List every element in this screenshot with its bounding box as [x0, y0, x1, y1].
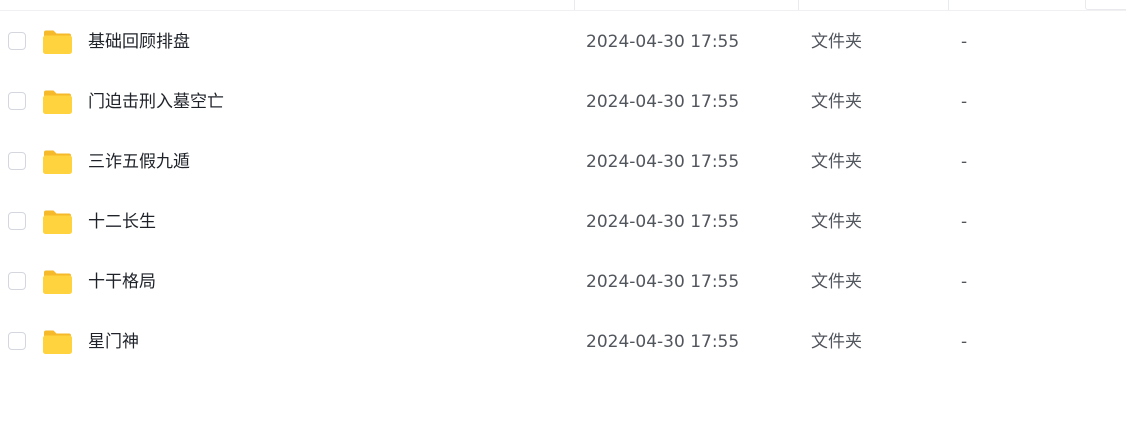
column-divider-size[interactable] [948, 0, 949, 10]
modified-time: 2024-04-30 17:55 [586, 92, 740, 112]
row-checkbox[interactable] [8, 212, 26, 230]
file-type: 文件夹 [811, 272, 862, 292]
file-list: 基础回顾排盘 2024-04-30 17:55 文件夹 - 门迫击刑入墓空亡 2… [0, 12, 1126, 372]
modified-time: 2024-04-30 17:55 [586, 272, 740, 292]
file-name[interactable]: 星门神 [88, 331, 139, 353]
modified-time: 2024-04-30 17:55 [586, 32, 740, 52]
file-list-view: 基础回顾排盘 2024-04-30 17:55 文件夹 - 门迫击刑入墓空亡 2… [0, 0, 1126, 440]
table-row[interactable]: 三诈五假九遁 2024-04-30 17:55 文件夹 - [0, 132, 1126, 192]
file-name[interactable]: 十二长生 [88, 211, 156, 233]
modified-time: 2024-04-30 17:55 [586, 332, 740, 352]
row-checkbox[interactable] [8, 152, 26, 170]
folder-icon [43, 150, 72, 174]
row-checkbox[interactable] [8, 92, 26, 110]
file-size: - [961, 272, 968, 292]
modified-time: 2024-04-30 17:55 [586, 152, 740, 172]
file-type: 文件夹 [811, 332, 862, 352]
folder-icon [43, 270, 72, 294]
column-divider-type[interactable] [798, 0, 799, 10]
file-type: 文件夹 [811, 212, 862, 232]
table-row[interactable]: 星门神 2024-04-30 17:55 文件夹 - [0, 312, 1126, 372]
file-size: - [961, 152, 968, 172]
file-type: 文件夹 [811, 92, 862, 112]
row-checkbox[interactable] [8, 272, 26, 290]
file-name[interactable]: 门迫击刑入墓空亡 [88, 91, 224, 113]
folder-icon [43, 210, 72, 234]
table-row[interactable]: 门迫击刑入墓空亡 2024-04-30 17:55 文件夹 - [0, 72, 1126, 132]
file-size: - [961, 332, 968, 352]
row-checkbox[interactable] [8, 32, 26, 50]
table-row[interactable]: 十干格局 2024-04-30 17:55 文件夹 - [0, 252, 1126, 312]
folder-icon [43, 90, 72, 114]
table-header [0, 0, 1126, 11]
file-name[interactable]: 三诈五假九遁 [88, 151, 190, 173]
file-size: - [961, 212, 968, 232]
column-divider-time[interactable] [574, 0, 575, 10]
table-row[interactable]: 基础回顾排盘 2024-04-30 17:55 文件夹 - [0, 12, 1126, 72]
file-size: - [961, 32, 968, 52]
file-type: 文件夹 [811, 152, 862, 172]
row-checkbox[interactable] [8, 332, 26, 350]
folder-icon [43, 330, 72, 354]
modified-time: 2024-04-30 17:55 [586, 212, 740, 232]
file-name[interactable]: 十干格局 [88, 271, 156, 293]
folder-icon [43, 30, 72, 54]
file-name[interactable]: 基础回顾排盘 [88, 31, 190, 53]
file-type: 文件夹 [811, 32, 862, 52]
file-size: - [961, 92, 968, 112]
table-row[interactable]: 十二长生 2024-04-30 17:55 文件夹 - [0, 192, 1126, 252]
header-scroll-corner [1085, 0, 1126, 10]
